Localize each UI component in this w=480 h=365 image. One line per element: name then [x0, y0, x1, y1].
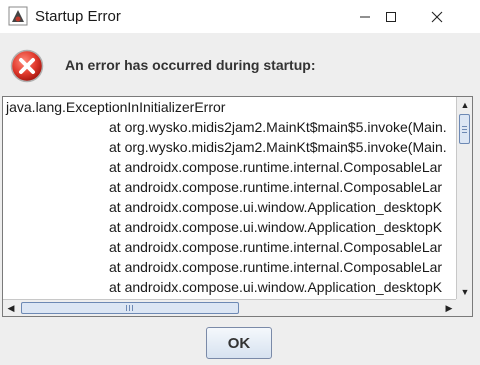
dialog-header: An error has occurred during startup:: [0, 33, 480, 95]
vertical-scroll-thumb[interactable]: [459, 114, 470, 144]
maximize-button[interactable]: [368, 0, 414, 33]
stacktrace-line: java.lang.ExceptionInInitializerError: [6, 99, 226, 115]
window-title: Startup Error: [35, 8, 121, 25]
stacktrace-line: at androidx.compose.ui.window.Applicatio…: [109, 219, 443, 235]
java-app-icon: [8, 6, 28, 26]
close-button[interactable]: [414, 0, 460, 33]
stacktrace-line: at androidx.compose.runtime.internal.Com…: [109, 259, 443, 275]
stacktrace-text-area[interactable]: java.lang.ExceptionInInitializerError at…: [3, 97, 457, 300]
vertical-scrollbar[interactable]: ▲ ▼: [456, 97, 472, 300]
stacktrace-line: at org.wysko.midis2jam2.MainKt$main$5.in…: [109, 139, 447, 155]
stacktrace-line: at androidx.compose.runtime.internal.Com…: [109, 159, 443, 175]
scroll-left-arrow-icon[interactable]: ◀: [3, 300, 19, 316]
scroll-right-arrow-icon[interactable]: ▶: [441, 300, 457, 316]
ok-button[interactable]: OK: [206, 327, 272, 359]
horizontal-scroll-thumb[interactable]: [21, 302, 239, 314]
stacktrace-line: at androidx.compose.runtime.internal.Com…: [109, 239, 443, 255]
scroll-down-arrow-icon[interactable]: ▼: [457, 284, 472, 300]
close-icon: [431, 11, 443, 22]
stacktrace-line: at androidx.compose.runtime.internal.Com…: [109, 179, 443, 195]
horizontal-scrollbar[interactable]: ◀ ▶: [3, 299, 457, 316]
maximize-icon: [386, 11, 396, 22]
stacktrace-line: at androidx.compose.ui.window.Applicatio…: [109, 279, 443, 295]
error-message: An error has occurred during startup:: [65, 57, 316, 73]
error-icon: [10, 49, 44, 83]
scroll-up-arrow-icon[interactable]: ▲: [457, 97, 472, 113]
stacktrace-line: at androidx.compose.ui.window.Applicatio…: [109, 199, 443, 215]
scrollbar-corner: [456, 299, 472, 316]
stacktrace-scrollpane[interactable]: java.lang.ExceptionInInitializerError at…: [2, 96, 473, 317]
title-bar[interactable]: Startup Error: [0, 0, 480, 33]
stacktrace-line: at org.wysko.midis2jam2.MainKt$main$5.in…: [109, 119, 447, 135]
